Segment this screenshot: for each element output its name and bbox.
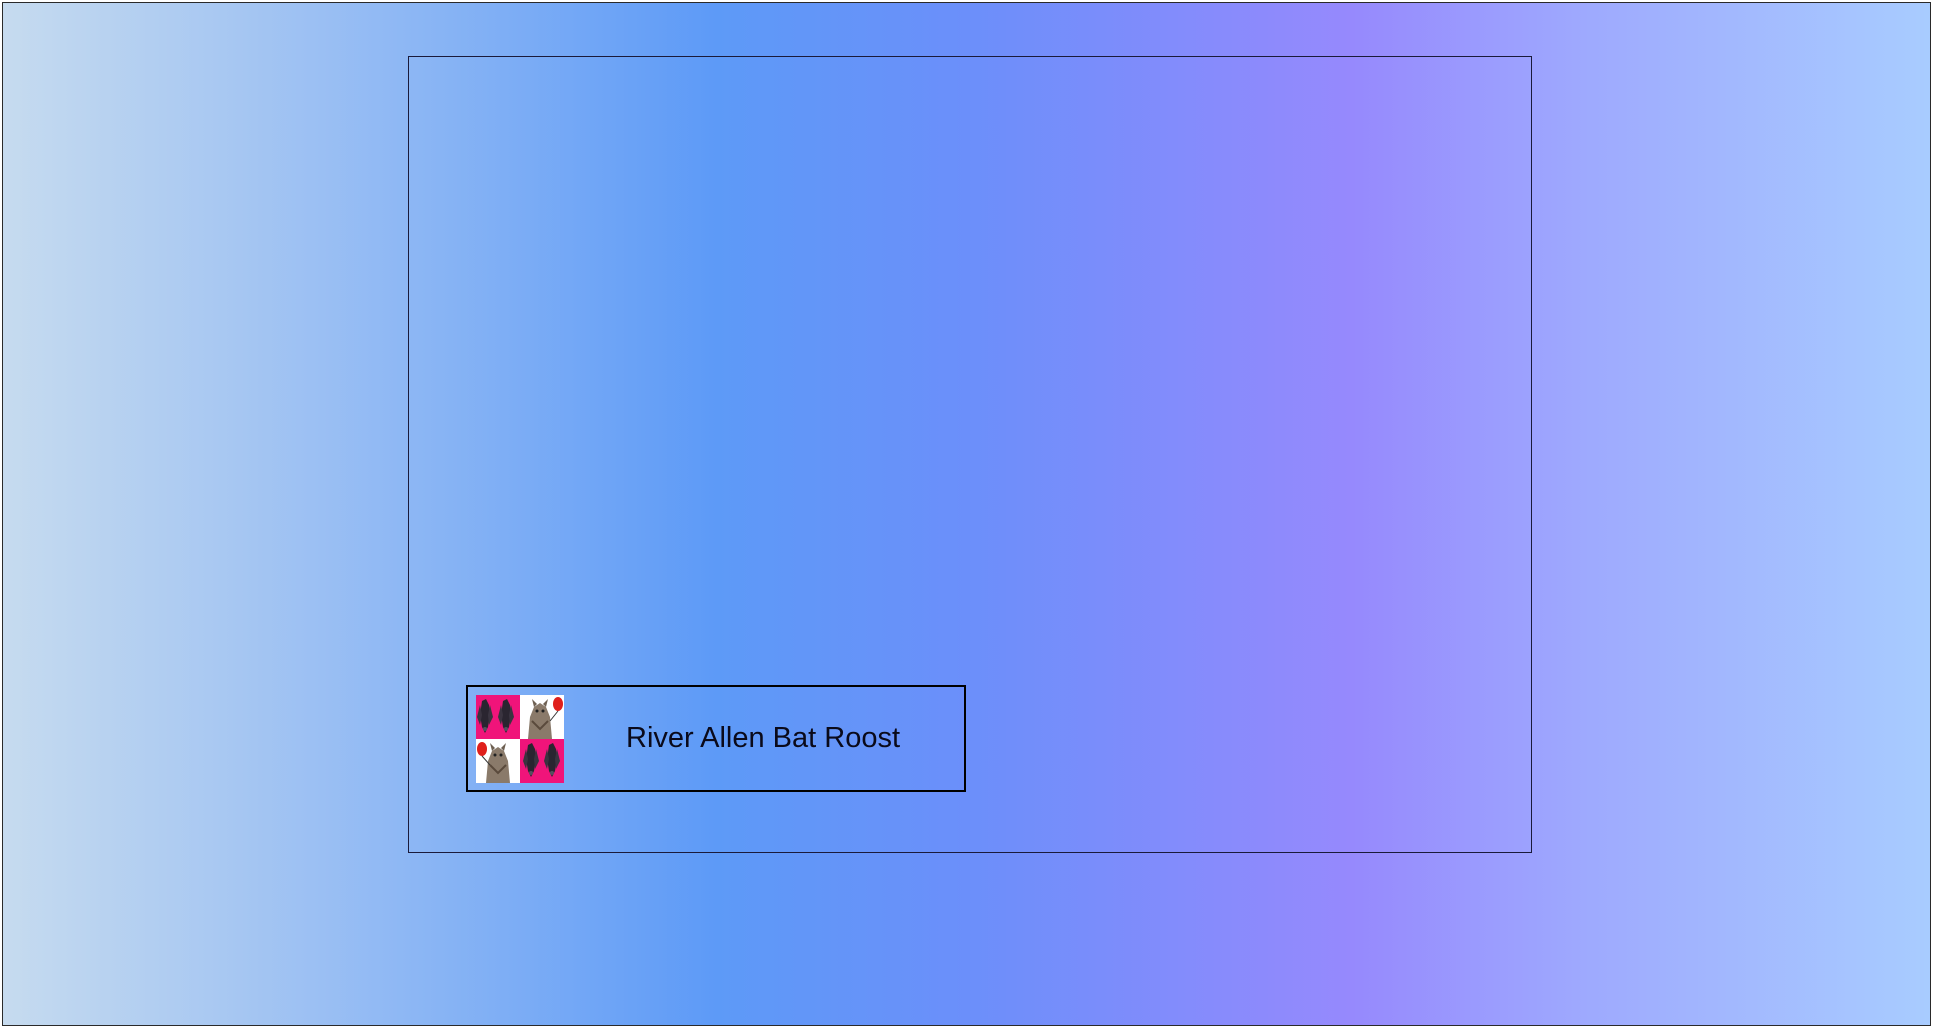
bat-roost-logo-icon — [476, 694, 564, 783]
hanging-bats-icon — [520, 738, 564, 783]
hanging-bats-icon — [476, 694, 520, 739]
roost-link-card[interactable]: River Allen Bat Roost — [466, 685, 966, 792]
furry-bat-with-red-balloon-icon — [520, 694, 564, 739]
furry-bat-with-red-balloon-icon — [476, 738, 520, 783]
content-frame: River Allen Bat Roost — [408, 56, 1532, 853]
page-background: River Allen Bat Roost — [2, 2, 1931, 1026]
roost-link-label[interactable]: River Allen Bat Roost — [626, 687, 900, 790]
